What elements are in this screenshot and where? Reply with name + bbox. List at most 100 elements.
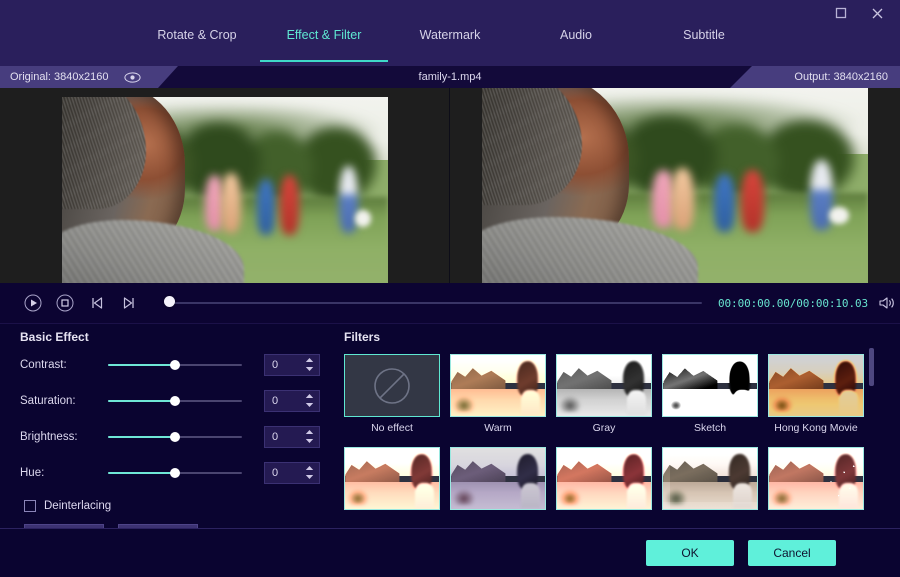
output-video-frame [482, 88, 868, 283]
filter-preview-image [663, 355, 757, 416]
tab-label: Audio [560, 28, 592, 42]
filters-scrollbar[interactable] [869, 348, 874, 508]
filter-preview-image [769, 448, 863, 509]
filter-warm[interactable]: Warm [450, 354, 546, 438]
deinterlacing-checkbox[interactable] [24, 500, 36, 512]
effect-filter-dialog: Rotate & Crop Effect & Filter Watermark … [0, 0, 900, 577]
slider-fill [108, 435, 175, 438]
stepper-arrows[interactable] [305, 393, 314, 408]
brightness-slider[interactable] [108, 429, 242, 445]
cancel-button[interactable]: Cancel [748, 540, 836, 566]
basic-effect-panel: Basic Effect Contrast: 0 Saturation: 0 B… [20, 330, 320, 546]
hue-stepper[interactable]: 0 [264, 461, 320, 484]
soccer-ball [829, 206, 849, 225]
original-video-frame [61, 97, 388, 283]
stepper-arrows[interactable] [305, 357, 314, 372]
seek-track [164, 302, 702, 304]
seek-handle[interactable] [164, 296, 175, 307]
filter-grid: No effect Warm Gray Sketch Hong Kong Mov… [344, 354, 868, 519]
filter-thumbnail [662, 447, 758, 510]
basic-effect-title: Basic Effect [20, 330, 89, 344]
stop-icon[interactable] [52, 290, 78, 316]
filter-row2-item2[interactable] [450, 447, 546, 519]
slider-handle[interactable] [170, 395, 180, 406]
stepper-arrows[interactable] [305, 429, 314, 444]
contrast-label: Contrast: [20, 358, 67, 371]
tab-subtitle[interactable]: Subtitle [660, 22, 748, 66]
filter-thumbnail [450, 354, 546, 417]
slider-fill [108, 399, 175, 402]
output-resolution-label: Output: 3840x2160 [794, 71, 888, 83]
original-resolution-label: Original: 3840x2160 [10, 71, 109, 83]
tab-audio[interactable]: Audio [536, 22, 616, 66]
slider-handle[interactable] [170, 431, 180, 442]
filter-no-effect[interactable]: No effect [344, 354, 440, 438]
no-effect-tile [345, 355, 439, 416]
filter-row2-item1[interactable] [344, 447, 440, 519]
saturation-row: Saturation: 0 [20, 385, 320, 416]
filter-row2-item4[interactable] [662, 447, 758, 519]
brightness-row: Brightness: 0 [20, 421, 320, 452]
previous-frame-icon[interactable] [84, 290, 110, 316]
deinterlacing-label: Deinterlacing [44, 500, 112, 512]
slider-handle[interactable] [170, 359, 180, 370]
filter-preview-image [769, 355, 863, 416]
output-preview-pane[interactable] [450, 88, 900, 283]
ok-button[interactable]: OK [646, 540, 734, 566]
filter-thumbnail [768, 447, 864, 510]
controls-area: Basic Effect Contrast: 0 Saturation: 0 B… [0, 323, 900, 546]
chevron-down-icon [305, 474, 314, 479]
eye-icon[interactable] [124, 71, 142, 83]
chevron-up-icon [305, 393, 314, 398]
no-effect-icon [374, 367, 410, 404]
volume-icon[interactable] [876, 292, 898, 314]
tab-rotate-crop[interactable]: Rotate & Crop [147, 22, 247, 66]
filter-preview-image [663, 448, 757, 509]
slider-handle[interactable] [170, 467, 180, 478]
filter-row2-item5[interactable] [768, 447, 864, 519]
filter-hong-kong-movie[interactable]: Hong Kong Movie [768, 354, 864, 438]
saturation-label: Saturation: [20, 394, 76, 407]
background-figure [279, 175, 300, 235]
original-preview-pane[interactable] [0, 88, 450, 283]
background-figure [257, 178, 276, 235]
chevron-down-icon [305, 438, 314, 443]
next-frame-icon[interactable] [116, 290, 142, 316]
mosaic-overlay [663, 448, 757, 509]
filter-sketch[interactable]: Sketch [662, 354, 758, 438]
filter-preview-image [557, 355, 651, 416]
stepper-arrows[interactable] [305, 465, 314, 480]
seek-bar[interactable] [164, 296, 702, 310]
contrast-stepper[interactable]: 0 [264, 353, 320, 376]
filter-label: Hong Kong Movie [774, 422, 858, 434]
filters-title: Filters [344, 330, 381, 344]
timecode-display: 00:00:00.00/00:00:10.03 [718, 296, 869, 310]
preview-area [0, 88, 900, 283]
background-figure [713, 173, 735, 233]
filter-thumbnail [556, 447, 652, 510]
background-figure [221, 173, 241, 233]
saturation-stepper[interactable]: 0 [264, 389, 320, 412]
tab-watermark[interactable]: Watermark [402, 22, 498, 66]
tab-label: Watermark [419, 28, 481, 42]
play-icon[interactable] [20, 290, 46, 316]
filter-label: Warm [484, 422, 512, 434]
filter-thumbnail [662, 354, 758, 417]
hue-row: Hue: 0 [20, 457, 320, 488]
contrast-slider[interactable] [108, 357, 242, 373]
output-ribbon: Output: 3840x2160 [730, 66, 900, 88]
original-ribbon: Original: 3840x2160 [0, 66, 178, 88]
filter-row2-item3[interactable] [556, 447, 652, 519]
tab-effect-filter[interactable]: Effect & Filter [260, 22, 388, 66]
hue-slider[interactable] [108, 465, 242, 481]
deinterlacing-row[interactable]: Deinterlacing [24, 500, 320, 512]
hue-label: Hue: [20, 466, 45, 479]
slider-fill [108, 363, 175, 366]
filter-label: Sketch [693, 422, 727, 434]
brightness-stepper[interactable]: 0 [264, 425, 320, 448]
filter-gray[interactable]: Gray [556, 354, 652, 438]
playback-toolbar: 00:00:00.00/00:00:10.03 [0, 283, 900, 323]
scrollbar-thumb[interactable] [869, 348, 874, 386]
saturation-slider[interactable] [108, 393, 242, 409]
sparkle-overlay [769, 448, 863, 509]
